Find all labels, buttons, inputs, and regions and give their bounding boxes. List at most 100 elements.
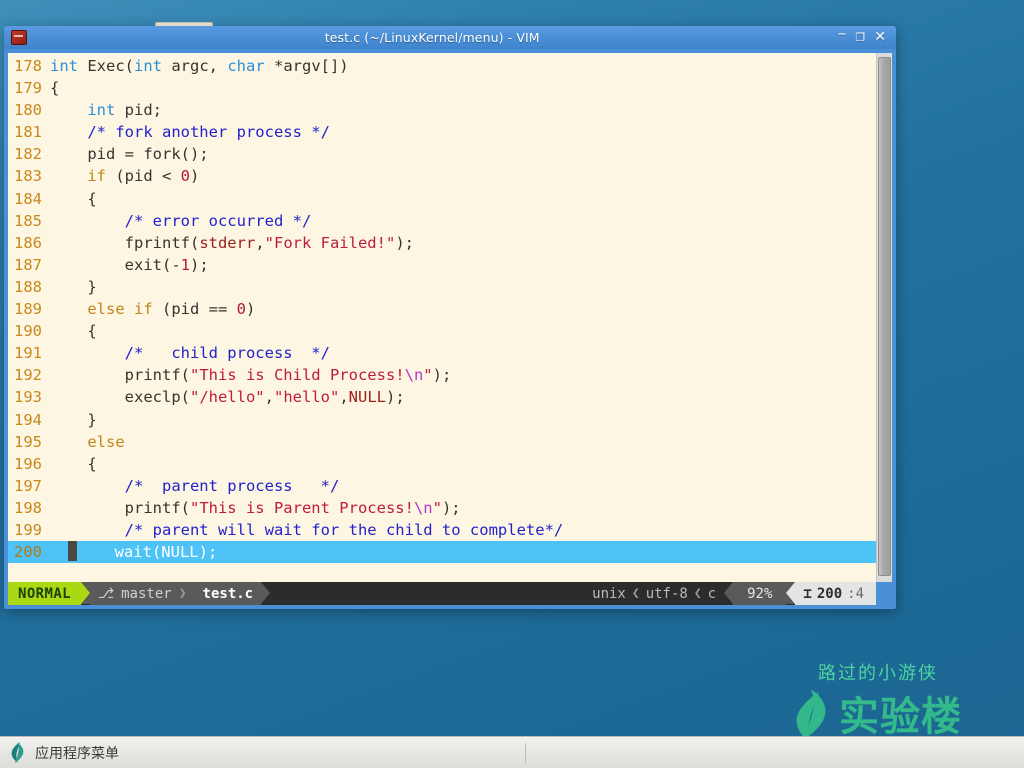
code-token: } [50, 277, 97, 296]
code-line[interactable]: 187 exit(-1); [8, 254, 876, 276]
code-token: , [255, 233, 265, 252]
code-line[interactable]: 178 int Exec(int argc, char *argv[]) [8, 55, 876, 77]
maximize-button[interactable]: ❐ [855, 31, 865, 44]
status-git-branch[interactable]: ⎇ master ❯ [89, 582, 195, 605]
code-line[interactable]: 184 { [8, 188, 876, 210]
powerline-arrow-icon [786, 582, 796, 604]
code-token: char [227, 57, 265, 75]
application-menu-button[interactable]: 应用程序菜单 [0, 737, 129, 768]
line-number: 192 [14, 366, 42, 385]
line-text: fprintf(stderr,"Fork Failed!"); [50, 232, 876, 254]
code-token: else [87, 432, 125, 451]
code-line[interactable]: 195 else [8, 431, 876, 453]
code-token: "This is Parent Process! [189, 498, 414, 517]
taskbar-divider [525, 742, 526, 763]
code-line[interactable]: 197 /* parent process */ [8, 475, 876, 497]
terminal-icon [11, 30, 27, 45]
code-line[interactable]: 179 { [8, 77, 876, 99]
code-token: ); [432, 366, 452, 385]
code-token: if [87, 167, 106, 186]
window-title: test.c (~/LinuxKernel/menu) - VIM [324, 30, 540, 45]
text-cursor [68, 541, 78, 562]
editor-scrollbar-thumb[interactable] [878, 57, 891, 576]
close-button[interactable]: ✕ [874, 30, 886, 44]
code-token: ) [190, 167, 200, 186]
code-line[interactable]: 188 } [8, 276, 876, 298]
xfce-mouse-icon [9, 742, 26, 763]
code-area[interactable]: 178 int Exec(int argc, char *argv[]) 179{1… [8, 53, 876, 582]
code-line[interactable]: 191 /* child process */ [8, 342, 876, 364]
line-number: 189 [14, 300, 42, 319]
code-line[interactable]: 196 { [8, 453, 876, 475]
code-line[interactable]: 183 if (pid < 0) [8, 165, 876, 187]
code-token: execlp( [50, 388, 190, 407]
status-line-number: 200 [816, 585, 843, 602]
line-number: 196 [14, 454, 42, 473]
code-line[interactable]: 193 execlp("/hello","hello",NULL); [8, 386, 876, 408]
code-token: wait(NULL); [114, 543, 218, 562]
code-line[interactable]: 194 } [8, 409, 876, 431]
code-token: int [87, 101, 116, 120]
window-controls: ‒ ❐ ✕ [837, 27, 892, 44]
vim-statusline: NORMAL ⎇ master ❯ test.c unix ❮ utf-8 ❮ … [8, 582, 876, 605]
line-text: if (pid < 0) [50, 165, 876, 187]
code-token: Exec( [78, 57, 134, 75]
code-token: { [50, 322, 97, 341]
line-text: /* child process */ [50, 342, 876, 364]
line-column-icon: ⌶ [803, 585, 812, 602]
status-filename: test.c [194, 582, 262, 605]
status-mode: NORMAL [8, 582, 81, 605]
code-token: int [50, 57, 78, 75]
code-token: /* parent will wait for the child to com… [124, 520, 564, 539]
minimize-button[interactable]: ‒ [837, 27, 846, 41]
code-token: "/hello" [189, 388, 265, 407]
line-text: pid = fork(); [50, 143, 876, 165]
window-titlebar[interactable]: test.c (~/LinuxKernel/menu) - VIM ‒ ❐ ✕ [4, 26, 896, 49]
code-line[interactable]: 200 wait(NULL); [8, 541, 876, 564]
code-line[interactable]: 198 printf("This is Parent Process!\n"); [8, 497, 876, 519]
line-number: 199 [14, 520, 42, 539]
code-token: 0 [236, 300, 246, 319]
editor-scrollbar[interactable] [876, 53, 892, 582]
code-line[interactable]: 192 printf("This is Child Process!\n"); [8, 364, 876, 386]
code-token: ); [385, 388, 405, 407]
code-line[interactable]: 189 else if (pid == 0) [8, 298, 876, 320]
line-text: { [50, 320, 876, 342]
line-text: { [50, 453, 876, 475]
code-line[interactable]: 181 /* fork another process */ [8, 121, 876, 143]
powerline-arrow-icon [724, 582, 734, 604]
code-token: exit(- [50, 255, 181, 274]
code-token: 0 [180, 167, 190, 186]
line-text: else [50, 431, 876, 453]
code-line[interactable]: 182 pid = fork(); [8, 143, 876, 165]
code-token: ); [395, 233, 414, 252]
code-token: /* child process */ [124, 344, 330, 363]
line-text: execlp("/hello","hello",NULL); [50, 386, 876, 408]
code-token: \n [413, 498, 433, 517]
branch-name: master [121, 585, 172, 602]
status-filetype: c [707, 585, 717, 602]
line-text: /* error occurred */ [50, 210, 876, 232]
branch-icon: ⎇ [97, 585, 115, 602]
code-line[interactable]: 190 { [8, 320, 876, 342]
code-token: NULL [348, 388, 386, 407]
line-number: 181 [14, 123, 42, 142]
code-token: else if [87, 300, 153, 319]
code-line[interactable]: 186 fprintf(stderr,"Fork Failed!"); [8, 232, 876, 254]
status-cursor-position: ⌶ 200 :4 [795, 582, 876, 605]
line-text: int Exec(int argc, char *argv[]) [50, 55, 876, 77]
line-text: { [50, 188, 876, 210]
code-line[interactable]: 185 /* error occurred */ [8, 210, 876, 232]
line-number: 183 [14, 167, 42, 186]
line-text: } [50, 276, 876, 298]
code-line[interactable]: 180 int pid; [8, 99, 876, 121]
line-text: /* parent will wait for the child to com… [50, 519, 876, 541]
code-line[interactable]: 199 /* parent will wait for the child to… [8, 519, 876, 541]
line-number: 190 [14, 322, 42, 341]
chevron-left-icon: ❮ [693, 586, 702, 601]
